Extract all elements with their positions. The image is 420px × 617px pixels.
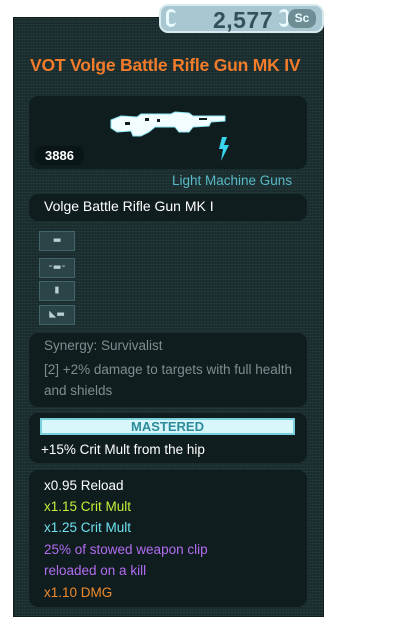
stat-line: x0.95 Reload — [44, 478, 124, 493]
weapon-name: Volge Battle Rifle Gun MK I — [44, 198, 214, 214]
mastery-bonus: +15% Crit Mult from the hip — [41, 442, 205, 457]
synergy-description: [2] +2% damage to targets with full heal… — [44, 362, 293, 398]
synergy-panel: Synergy: Survivalist [2] +2% damage to t… — [29, 333, 307, 407]
stat-line: reloaded on a kill — [44, 563, 147, 578]
weapon-name-bar: Volge Battle Rifle Gun MK I — [29, 194, 307, 221]
sc-credits-icon: Sc — [288, 9, 316, 28]
weapon-type: Light Machine Guns — [172, 173, 293, 188]
stat-line: x1.15 Crit Mult — [44, 499, 132, 514]
stock-mod-icon[interactable]: ◣▬ — [39, 305, 75, 325]
stat-line: 25% of stowed weapon clip — [44, 542, 208, 557]
mastery-panel: MASTERED +15% Crit Mult from the hip — [29, 413, 307, 463]
weapon-title: VOT Volge Battle Rifle Gun MK IV — [30, 55, 301, 75]
magazine-mod-icon[interactable]: ▮ — [39, 281, 75, 301]
power-level: 3886 — [35, 146, 84, 165]
mastered-badge: MASTERED — [40, 418, 295, 435]
bracket-left-icon — [166, 9, 176, 27]
lightning-bolt-icon — [219, 137, 229, 161]
barrel-mod-icon[interactable]: ⁃▬⁃ — [39, 258, 75, 278]
credits-display: 2,577 Sc — [159, 4, 324, 33]
synergy-title: Synergy: Survivalist — [44, 338, 163, 353]
stat-line: x1.10 DMG — [44, 585, 113, 600]
weapon-image-icon — [110, 111, 226, 137]
scope-mod-icon[interactable]: ▬ — [39, 231, 75, 251]
stats-panel: x0.95 Reload x1.15 Crit Mult x1.25 Crit … — [29, 470, 307, 607]
credits-amount: 2,577 — [212, 7, 273, 33]
weapon-preview[interactable]: 3886 — [29, 96, 307, 169]
stat-line: x1.25 Crit Mult — [44, 520, 132, 535]
